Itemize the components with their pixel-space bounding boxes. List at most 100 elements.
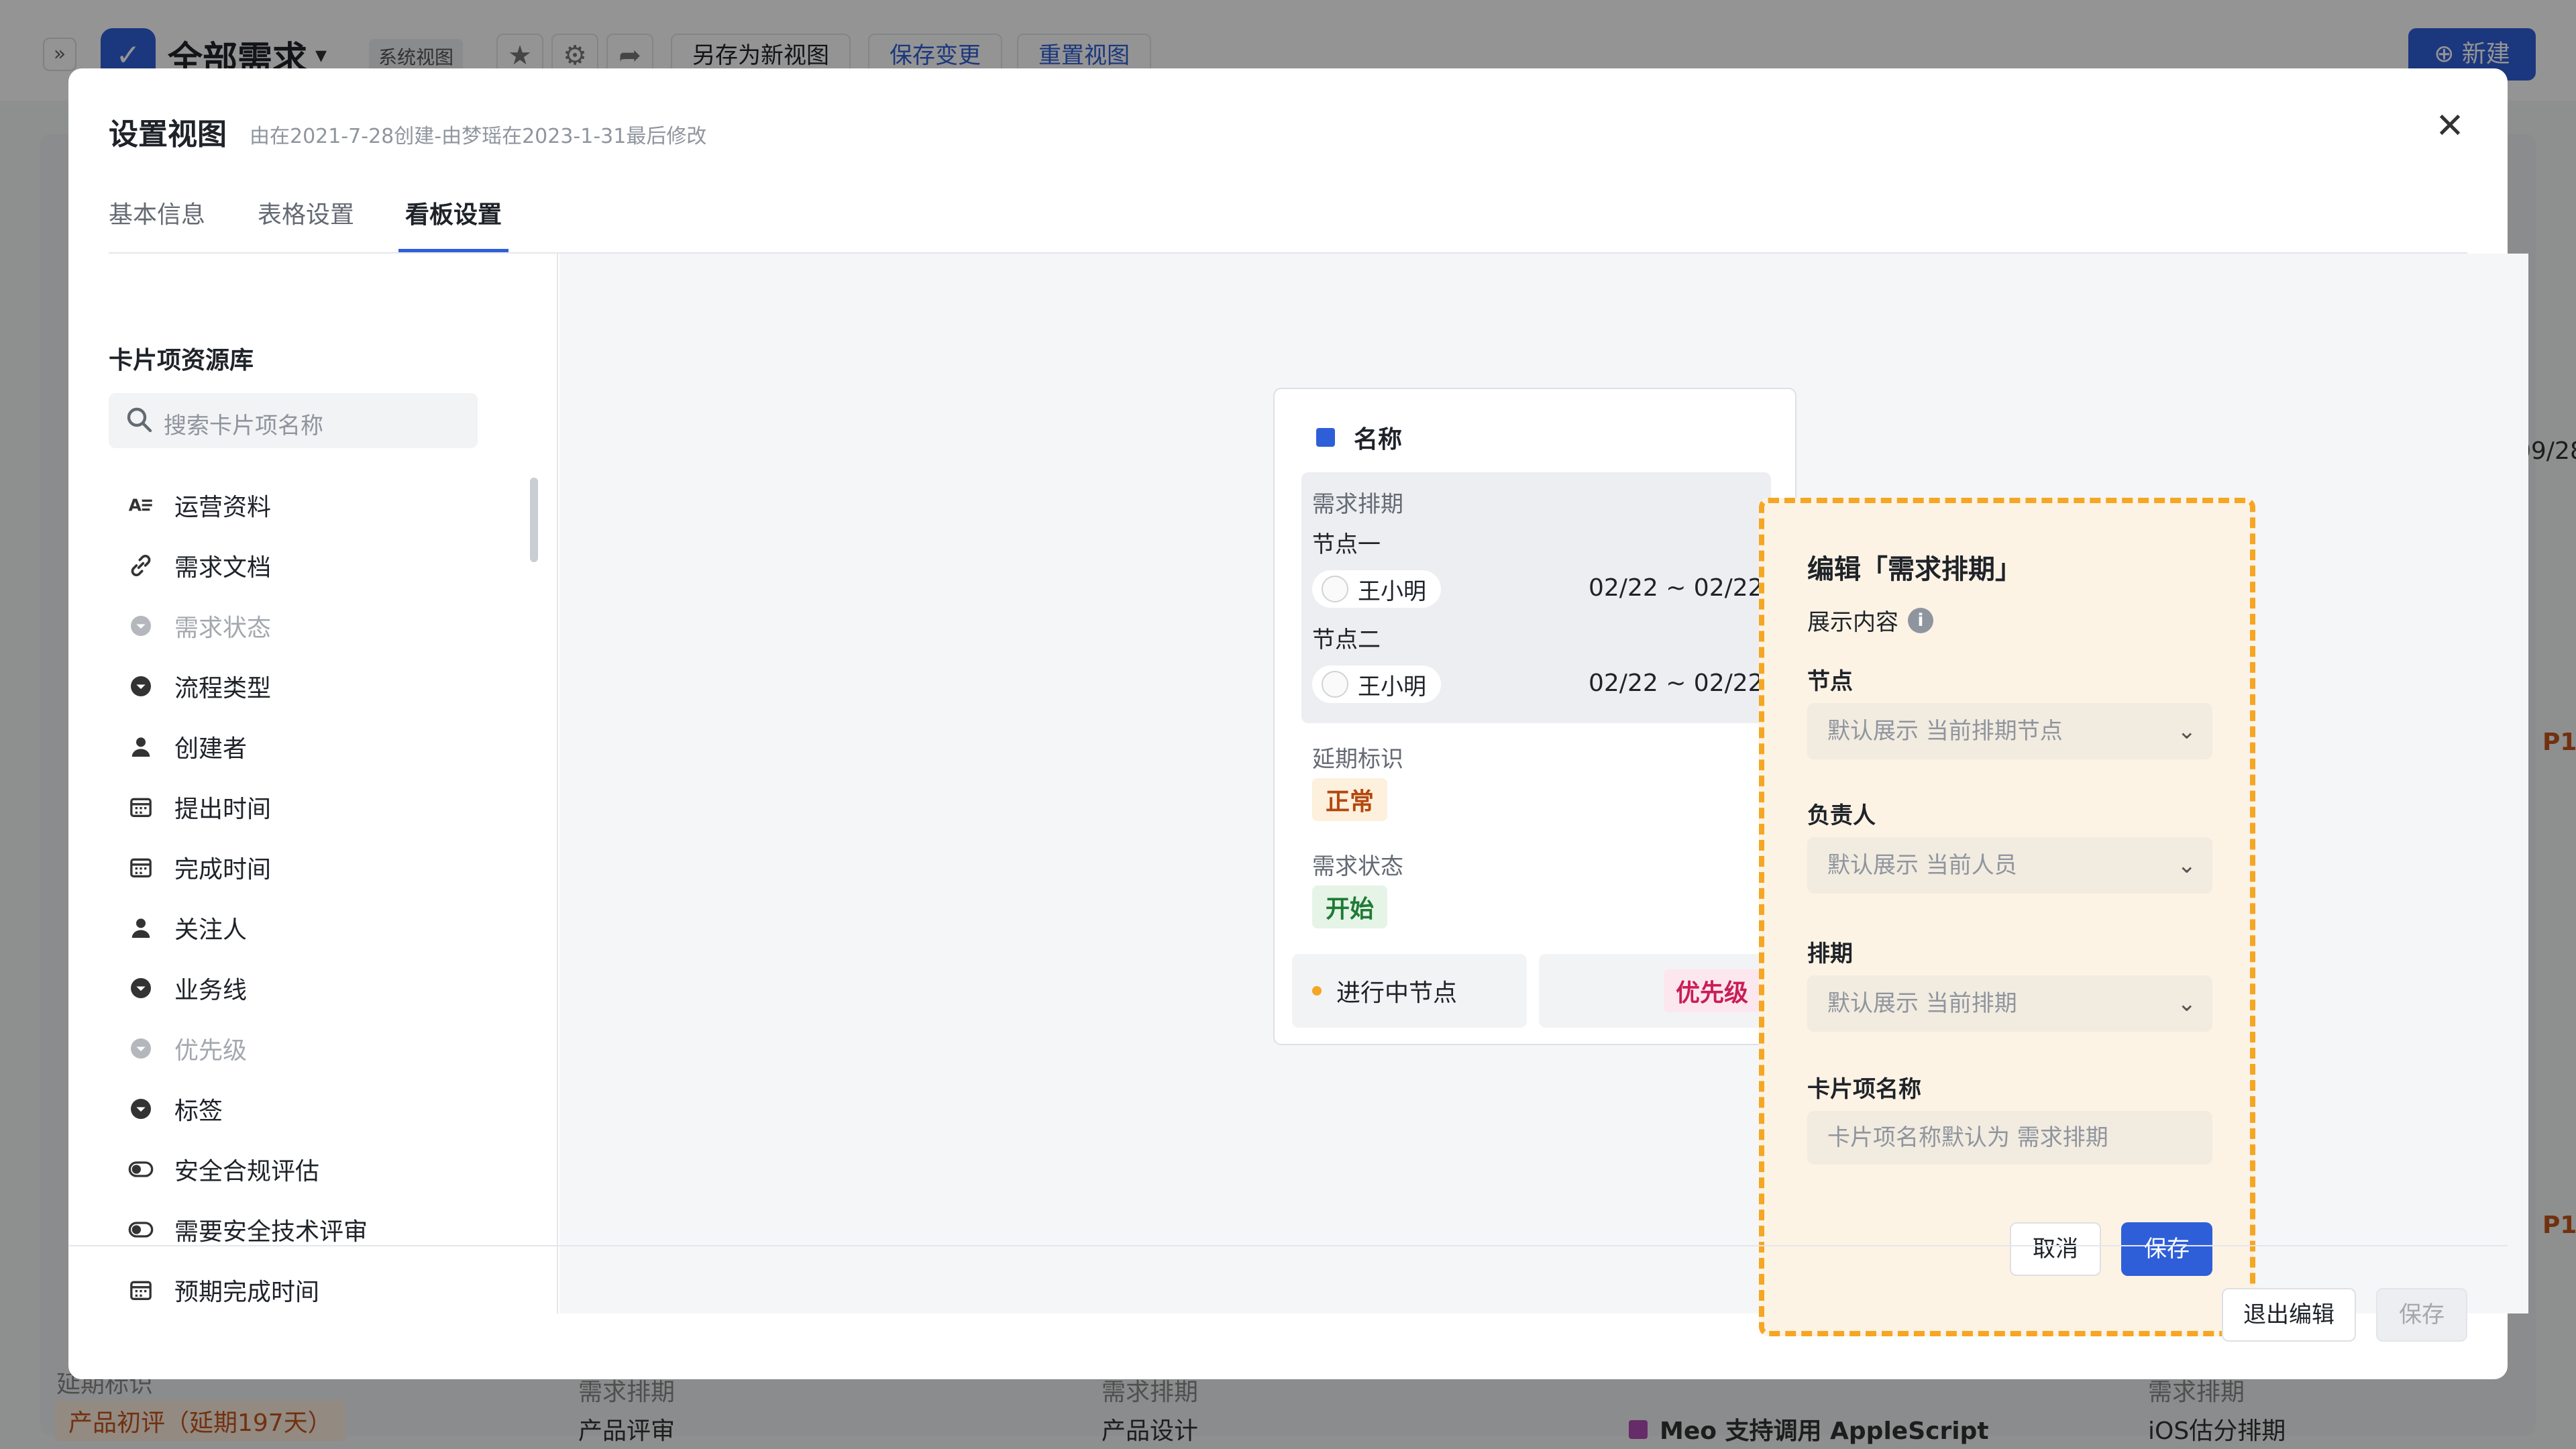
- svg-text:A: A: [129, 495, 142, 515]
- settings-tabs: 基本信息 表格设置 看板设置: [109, 193, 2467, 254]
- person-name: 王小明: [1358, 578, 1426, 605]
- info-icon[interactable]: i: [1908, 607, 1933, 633]
- modal-subtitle: 由在2021-7-28创建-由梦瑶在2023-1-31最后修改: [250, 125, 707, 148]
- library-search-input[interactable]: 搜索卡片项名称: [109, 393, 478, 448]
- card-name-row: 名称: [1316, 420, 1402, 455]
- modal-footer: 退出编辑 保存: [68, 1245, 2508, 1379]
- chevron-down-icon: ⌄: [2177, 718, 2197, 745]
- person-chip: 王小明: [1312, 570, 1441, 608]
- display-content-label: 展示内容 i: [1807, 604, 1933, 637]
- library-item[interactable]: 创建者: [122, 716, 484, 777]
- delay-label: 延期标识: [1312, 746, 1403, 773]
- library-item[interactable]: 业务线: [122, 958, 484, 1018]
- chevron-down-icon: ⌄: [2177, 852, 2197, 879]
- calendar-icon: [122, 788, 160, 826]
- editor-title: 编辑「需求排期」: [1807, 554, 2022, 585]
- toggle-icon: [122, 1211, 160, 1248]
- dropdown-icon: [122, 1090, 160, 1128]
- library-item[interactable]: 安全合规评估: [122, 1139, 484, 1199]
- active-node-label: 进行中节点: [1336, 979, 1458, 1007]
- library-item[interactable]: 流程类型: [122, 656, 484, 716]
- card-item-library: 卡片项资源库 搜索卡片项名称 A 运营资料需求文档需求状态流程类型创建者提出时间完…: [109, 254, 558, 1313]
- priority-badge: 优先级: [1663, 969, 1760, 1012]
- owner-select[interactable]: 默认展示 当前人员 ⌄: [1807, 837, 2212, 894]
- person-chip: 王小明: [1312, 665, 1441, 703]
- exit-edit-button[interactable]: 退出编辑: [2222, 1288, 2356, 1342]
- link-icon: [122, 547, 160, 584]
- avatar: [1322, 576, 1348, 602]
- dropdown-icon: [122, 1030, 160, 1067]
- library-item-label: 运营资料: [174, 494, 272, 521]
- tab-table-settings[interactable]: 表格设置: [258, 193, 354, 252]
- field-editor-panel: 编辑「需求排期」 展示内容 i 节点 默认展示 当前排期节点 ⌄ 负责人 默认展…: [1759, 498, 2255, 1336]
- avatar: [1322, 671, 1348, 698]
- library-item[interactable]: 需求状态: [122, 596, 484, 656]
- tab-basic-info[interactable]: 基本信息: [109, 193, 205, 252]
- library-item[interactable]: 完成时间: [122, 837, 484, 898]
- dropdown-icon: [122, 969, 160, 1007]
- modal-title: 设置视图: [109, 117, 227, 152]
- library-scrollbar[interactable]: [530, 478, 538, 562]
- user-icon: [122, 728, 160, 765]
- node-select[interactable]: 默认展示 当前排期节点 ⌄: [1807, 703, 2212, 759]
- library-item-label: 业务线: [174, 977, 248, 1004]
- library-list: A 运营资料需求文档需求状态流程类型创建者提出时间完成时间关注人业务线优先级标签安…: [122, 475, 484, 1320]
- library-item-label: 关注人: [174, 916, 248, 944]
- view-settings-modal: 设置视图 由在2021-7-28创建-由梦瑶在2023-1-31最后修改 ✕ 基…: [68, 68, 2528, 1379]
- owner-select-value: 默认展示 当前人员: [1827, 852, 2017, 879]
- search-placeholder: 搜索卡片项名称: [164, 413, 323, 439]
- library-item-label: 流程类型: [174, 675, 272, 702]
- dropdown-icon: [122, 667, 160, 705]
- schedule-select-value: 默认展示 当前排期: [1827, 990, 2017, 1017]
- date-range: 02/22 ~ 02/22: [1589, 574, 1764, 602]
- library-item[interactable]: 需求文档: [122, 535, 484, 596]
- status-badge: 开始: [1312, 885, 1388, 928]
- card-item-name-input[interactable]: 卡片项名称默认为 需求排期: [1807, 1111, 2212, 1165]
- node-two-label: 节点二: [1312, 627, 1381, 653]
- library-item[interactable]: A 运营资料: [122, 475, 484, 535]
- schedule-select[interactable]: 默认展示 当前排期 ⌄: [1807, 975, 2212, 1032]
- dropdown-icon: [122, 607, 160, 645]
- owner-label: 负责人: [1807, 802, 1876, 829]
- library-item[interactable]: 标签: [122, 1079, 484, 1139]
- user-icon: [122, 909, 160, 947]
- priority-field[interactable]: 优先级: [1539, 954, 1780, 1028]
- person-name: 王小明: [1358, 673, 1426, 700]
- library-item-label: 安全合规评估: [174, 1158, 320, 1185]
- schedule-field-block[interactable]: 需求排期 节点一 王小明 02/22 ~ 02/22 节点二 王小明 02/22…: [1301, 472, 1771, 723]
- close-icon[interactable]: ✕: [2430, 106, 2470, 146]
- preview-card: 名称 需求排期 节点一 王小明 02/22 ~ 02/22 节点二 王小明 02…: [1273, 388, 1796, 1045]
- footer-save-button[interactable]: 保存: [2376, 1288, 2467, 1342]
- library-item-label: 创建者: [174, 735, 248, 763]
- search-icon: [127, 407, 152, 433]
- library-item[interactable]: 关注人: [122, 898, 484, 958]
- library-item[interactable]: 优先级: [122, 1018, 484, 1079]
- dot-icon: [1312, 986, 1322, 996]
- active-node-field[interactable]: 进行中节点: [1292, 954, 1527, 1028]
- library-item-label: 优先级: [174, 1037, 248, 1065]
- library-item-label: 标签: [174, 1097, 223, 1125]
- delay-status-badge: 正常: [1312, 778, 1388, 821]
- status-label: 需求状态: [1312, 853, 1403, 880]
- library-item-label: 需求文档: [174, 554, 272, 582]
- library-item-label: 完成时间: [174, 856, 272, 883]
- calendar-icon: [122, 849, 160, 886]
- display-content-text: 展示内容: [1807, 609, 1898, 636]
- schedule-label: 需求排期: [1312, 491, 1403, 518]
- node-one-label: 节点一: [1312, 531, 1381, 558]
- library-item-label: 需求状态: [174, 614, 272, 642]
- library-item-label: 提出时间: [174, 796, 272, 823]
- node-label: 节点: [1807, 668, 1853, 695]
- toggle-icon: [122, 1150, 160, 1188]
- library-title: 卡片项资源库: [109, 347, 254, 374]
- schedule-label: 排期: [1807, 941, 1853, 967]
- tab-board-settings[interactable]: 看板设置: [398, 193, 509, 252]
- card-item-name-label: 卡片项名称: [1807, 1076, 1921, 1103]
- card-name-label: 名称: [1354, 426, 1403, 453]
- chevron-down-icon: ⌄: [2177, 990, 2197, 1017]
- text-icon: A: [122, 486, 160, 524]
- library-item[interactable]: 提出时间: [122, 777, 484, 837]
- date-range: 02/22 ~ 02/22: [1589, 669, 1764, 697]
- card-color-icon: [1316, 428, 1335, 447]
- node-select-value: 默认展示 当前排期节点: [1827, 718, 2063, 745]
